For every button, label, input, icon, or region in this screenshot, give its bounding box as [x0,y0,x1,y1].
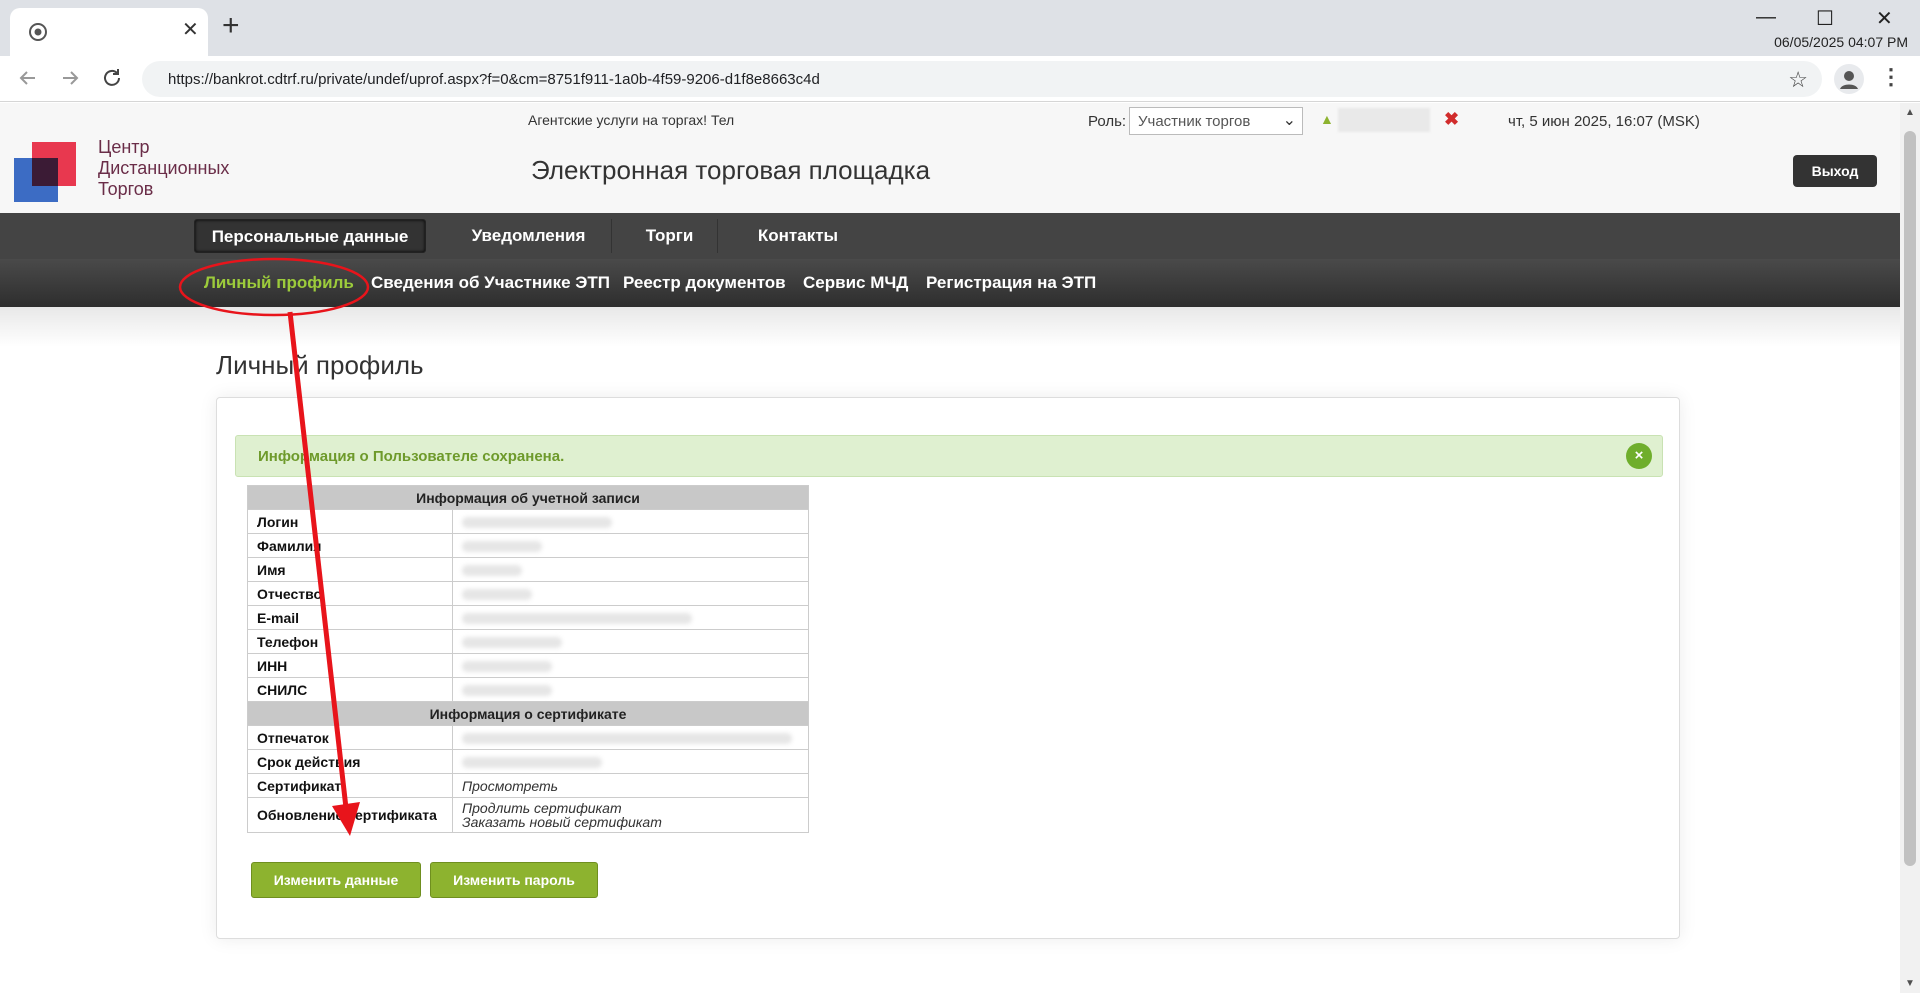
row-value-blurred [452,581,809,606]
table-row: Имя [247,557,809,582]
profile-table: Информация об учетной записи Логин Фамил… [247,485,809,833]
chrome-favicon-icon [29,23,47,41]
submenu-mchd-service[interactable]: Сервис МЧД [803,273,908,293]
row-value-blurred [452,533,809,558]
browser-tab[interactable]: ✕ [10,8,208,56]
chevron-down-icon: ⌄ [1282,112,1296,129]
scroll-up-icon[interactable]: ▲ [1905,107,1915,118]
new-tab-icon[interactable]: + [222,11,240,41]
profile-icon[interactable] [1834,64,1864,94]
row-value-blurred [452,677,809,702]
row-value-blurred [452,749,809,774]
user-icon: ▲ [1320,111,1334,127]
window-close-icon[interactable]: ✕ [1876,6,1893,31]
forward-arrow-icon[interactable] [58,66,82,90]
row-value-blurred [452,605,809,630]
submenu-documents-registry[interactable]: Реестр документов [623,273,786,293]
page-viewport: Центр Дистанционных Торгов Агентские усл… [0,103,1900,993]
table-row: Фамилия [247,533,809,558]
table-row: Логин [247,509,809,534]
site-header: Центр Дистанционных Торгов Агентские усл… [0,103,1900,213]
platform-title: Электронная торговая площадка [531,155,931,185]
table-row: СНИЛС [247,677,809,702]
table-row: Сертификат Просмотреть [247,773,809,798]
scroll-thumb[interactable] [1904,131,1916,866]
menu-contacts[interactable]: Контакты [728,219,868,253]
table-row: Телефон [247,629,809,654]
row-label: Фамилия [247,533,453,558]
order-certificate-link[interactable]: Заказать новый сертификат [462,815,799,829]
page-title: Личный профиль [216,350,424,380]
back-arrow-icon[interactable] [16,66,40,90]
row-label: Срок действия [247,749,453,774]
menu-auctions[interactable]: Торги [622,219,718,253]
row-value-blurred [452,509,809,534]
success-alert: Информация о Пользователе сохранена. × [235,435,1663,477]
row-label: Телефон [247,629,453,654]
row-label: Логин [247,509,453,534]
table-row: Отпечаток [247,725,809,750]
menu-notifications[interactable]: Уведомления [446,219,612,253]
red-close-icon[interactable]: ✖ [1444,109,1459,130]
table-row: E-mail [247,605,809,630]
agent-ticker[interactable]: Агентские услуги на торгах! Тел [528,112,740,128]
row-label: E-mail [247,605,453,630]
row-value-blurred [452,725,809,750]
menu-personal-data[interactable]: Персональные данные [194,219,426,253]
browser-tab-strip: ✕ + — ☐ ✕ 06/05/2025 04:07 PM [0,0,1920,56]
logo-text: Центр Дистанционных Торгов [98,137,230,199]
table-row: ИНН [247,653,809,678]
bookmark-star-icon[interactable]: ☆ [1788,67,1808,93]
profile-panel: Информация о Пользователе сохранена. × И… [216,397,1680,939]
tab-close-icon[interactable]: ✕ [182,20,199,40]
window-controls: — ☐ ✕ [1744,6,1904,34]
view-certificate-link[interactable]: Просмотреть [462,778,558,794]
alert-message: Информация о Пользователе сохранена. [258,448,565,465]
user-name-blurred[interactable] [1338,108,1430,132]
renew-certificate-link[interactable]: Продлить сертификат [462,801,799,815]
submenu-participant-info[interactable]: Сведения об Участнике ЭТП [371,273,610,293]
change-password-button[interactable]: Изменить пароль [430,862,598,898]
system-clock: 06/05/2025 04:07 PM [1774,34,1908,50]
row-label: Имя [247,557,453,582]
certificate-section-header: Информация о сертификате [247,701,809,726]
menu-shadow [0,307,1900,347]
reload-icon[interactable] [100,66,124,90]
table-row: Обновление сертификата Продлить сертифика… [247,797,809,833]
role-select[interactable]: Участник торгов ⌄ [1129,107,1303,135]
submenu-etp-registration[interactable]: Регистрация на ЭТП [926,273,1096,293]
main-menu: Персональные данные Уведомления Торги Ко… [0,213,1900,259]
row-label: Обновление сертификата [247,797,453,833]
browser-menu-icon[interactable]: ⋮ [1880,64,1902,90]
scroll-down-icon[interactable]: ▼ [1905,978,1915,989]
account-section-header: Информация об учетной записи [247,485,809,510]
browser-toolbar: https://bankrot.cdtrf.ru/private/undef/u… [0,56,1920,102]
row-value-blurred [452,557,809,582]
row-label: ИНН [247,653,453,678]
edit-data-button[interactable]: Изменить данные [251,862,421,898]
row-value-blurred [452,629,809,654]
exit-button[interactable]: Выход [1793,155,1877,187]
table-row: Отчество [247,581,809,606]
row-label: Сертификат [247,773,453,798]
sub-menu: Личный профиль Сведения об Участнике ЭТП… [0,259,1900,307]
row-label: Отпечаток [247,725,453,750]
row-label: Отчество [247,581,453,606]
role-label: Роль: [1088,113,1127,130]
maximize-icon[interactable]: ☐ [1816,6,1834,31]
role-value: Участник торгов [1138,113,1251,130]
minimize-icon[interactable]: — [1756,6,1776,29]
table-row: Срок действия [247,749,809,774]
submenu-personal-profile[interactable]: Личный профиль [204,273,354,293]
row-value-blurred [452,653,809,678]
address-bar[interactable]: https://bankrot.cdtrf.ru/private/undef/u… [142,61,1822,97]
row-label: СНИЛС [247,677,453,702]
alert-close-icon[interactable]: × [1626,443,1652,469]
page-scrollbar[interactable]: ▲ ▼ [1900,103,1920,993]
cdt-logo-icon [14,142,76,202]
address-url: https://bankrot.cdtrf.ru/private/undef/u… [168,71,820,88]
server-date: чт, 5 июн 2025, 16:07 (MSK) [1508,113,1700,130]
